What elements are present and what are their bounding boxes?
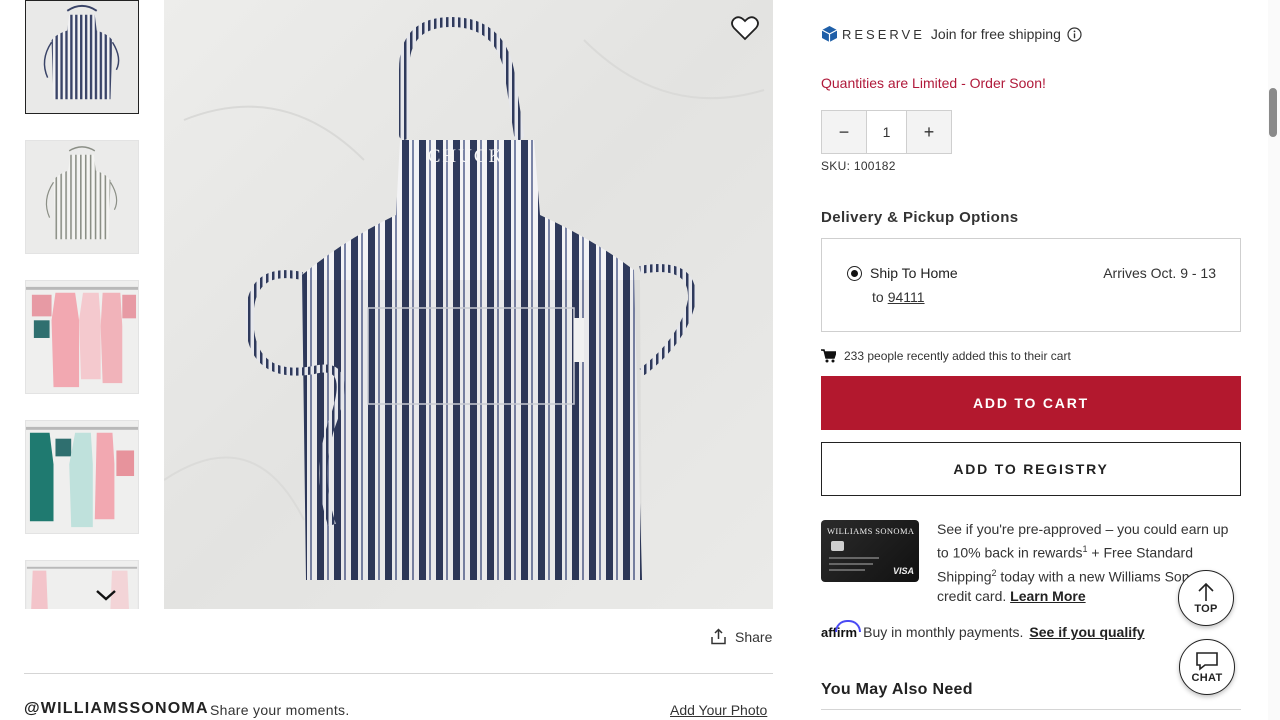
affirm-text: Buy in monthly payments.	[863, 624, 1024, 640]
quantity-decrease-button[interactable]: −	[822, 111, 866, 153]
ship-to-zip: to 94111	[872, 289, 925, 305]
quantity-input[interactable]: 1	[866, 111, 907, 153]
social-handle: @WILLIAMSSONOMA	[24, 700, 209, 717]
cart-icon	[821, 349, 836, 363]
share-button[interactable]: Share	[710, 628, 772, 645]
back-to-top-button[interactable]: TOP	[1178, 570, 1234, 626]
affirm-logo: affirm	[821, 620, 862, 640]
thumbnail-gray-apron[interactable]	[25, 140, 139, 254]
reserve-row: RESERVE Join for free shipping	[821, 25, 1082, 43]
chat-bubble-icon	[1196, 651, 1218, 671]
chevron-down-icon[interactable]	[94, 586, 118, 604]
scrollbar-thumb[interactable]	[1269, 88, 1277, 137]
recent-activity-text: 233 people recently added this to their …	[844, 349, 1071, 363]
divider	[821, 709, 1241, 710]
thumbnail-image	[26, 421, 138, 533]
quantity-increase-button[interactable]: +	[907, 111, 951, 153]
chat-label: CHAT	[1191, 671, 1223, 684]
share-icon	[711, 628, 726, 645]
apron-illustration: CHUCK	[164, 0, 773, 609]
thumbnail-image	[26, 281, 138, 393]
ship-to-prefix: to	[872, 289, 884, 305]
divider	[24, 673, 773, 674]
card-network: VISA	[892, 566, 914, 576]
thumbnail-image	[26, 141, 138, 253]
recent-activity: 233 people recently added this to their …	[821, 349, 1071, 363]
ship-to-home-radio[interactable]	[847, 266, 862, 281]
chat-button[interactable]: CHAT	[1179, 639, 1235, 695]
thumbnail-pink-aprons[interactable]	[25, 280, 139, 394]
stock-notice: Quantities are Limited - Order Soon!	[821, 75, 1046, 91]
ship-to-home-label: Ship To Home	[870, 265, 958, 281]
arrow-up-icon	[1198, 582, 1214, 601]
add-to-cart-button[interactable]: ADD TO CART	[821, 376, 1241, 430]
affirm-qualify-link[interactable]: See if you qualify	[1029, 624, 1144, 640]
affirm-row: affirm Buy in monthly payments. See if y…	[821, 620, 1145, 640]
card-line	[829, 569, 865, 571]
delivery-title: Delivery & Pickup Options	[821, 209, 1019, 226]
zip-code-link[interactable]: 94111	[888, 289, 925, 305]
reserve-join-text: Join for free shipping	[930, 26, 1061, 42]
heart-icon[interactable]	[731, 15, 759, 41]
add-to-registry-button[interactable]: ADD TO REGISTRY	[821, 442, 1241, 496]
card-line	[829, 557, 879, 559]
main-product-image: CHUCK	[164, 0, 773, 609]
thumbnail-strip	[24, 0, 140, 609]
card-line	[829, 563, 873, 565]
thumbnail-navy-apron[interactable]	[25, 0, 139, 114]
thumbnail-image	[26, 1, 138, 113]
reserve-box-icon	[821, 26, 838, 42]
credit-card-image: WILLIAMS SONOMA VISA	[821, 520, 919, 582]
arrival-estimate: Arrives Oct. 9 - 13	[1103, 265, 1216, 281]
card-brand: WILLIAMS SONOMA	[827, 526, 915, 536]
info-icon[interactable]	[1067, 26, 1082, 42]
also-need-heading: You May Also Need	[821, 681, 973, 698]
add-photo-link[interactable]: Add Your Photo	[670, 702, 767, 718]
back-to-top-label: TOP	[1194, 602, 1218, 615]
reserve-logo: RESERVE	[821, 25, 925, 43]
share-label: Share	[735, 628, 773, 645]
learn-more-link[interactable]: Learn More	[1010, 588, 1085, 604]
apron-embroidery: CHUCK	[428, 146, 505, 167]
delivery-option-box[interactable]: Ship To Home to 94111 Arrives Oct. 9 - 13	[821, 238, 1241, 332]
thumbnail-apron-partial[interactable]	[25, 560, 139, 609]
card-chip	[831, 541, 844, 551]
social-tagline: Share your moments.	[210, 702, 350, 718]
reserve-wordmark: RESERVE	[842, 26, 925, 42]
quantity-stepper: − 1 +	[821, 110, 952, 154]
sku-label: SKU: 100182	[821, 159, 896, 173]
thumbnail-image	[26, 561, 138, 609]
thumbnail-teal-aprons[interactable]	[25, 420, 139, 534]
